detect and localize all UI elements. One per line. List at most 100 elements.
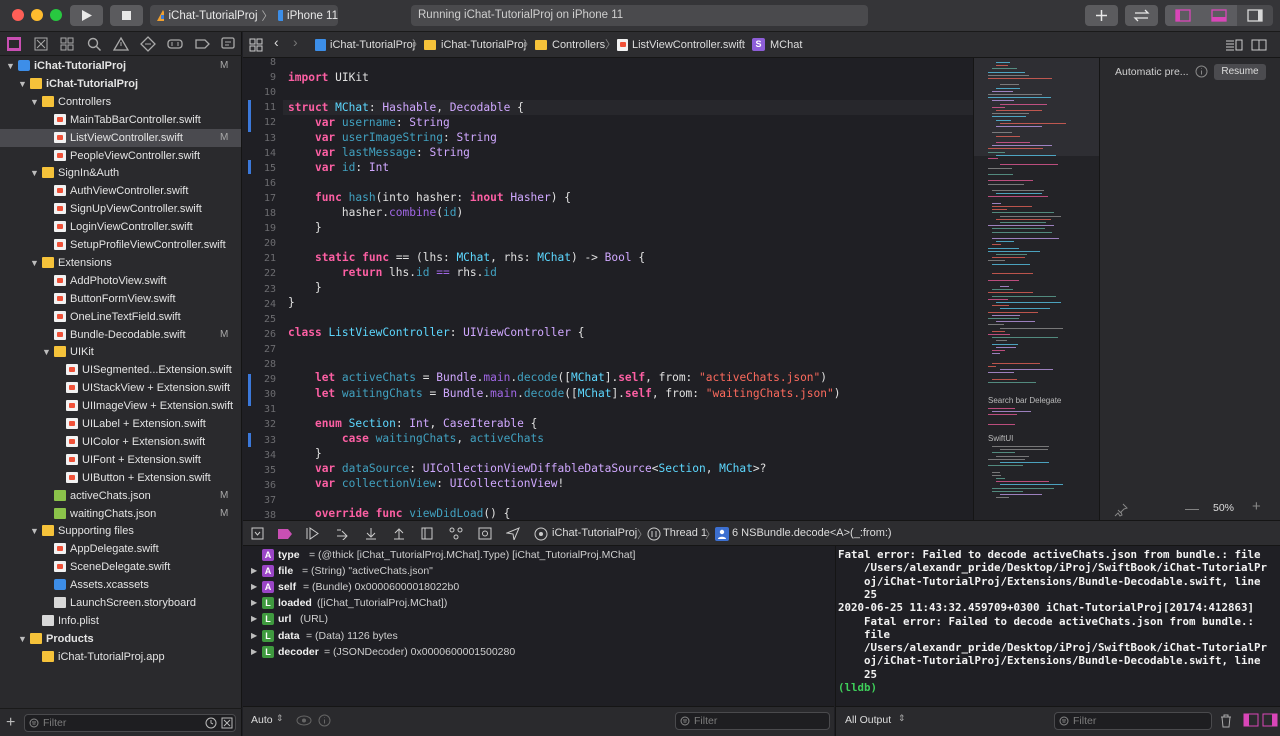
zoom-in-button[interactable]: + [1252,498,1261,515]
step-into-icon[interactable] [364,527,378,540]
debug-navigator-icon[interactable] [167,36,183,52]
variable-row[interactable]: ▶ Lurl (URL) [243,611,834,627]
disclosure-triangle-icon[interactable]: ▼ [30,164,39,182]
navigator-file-row[interactable]: UIColor + Extension.swift [0,433,241,451]
minimap-mark-swiftui[interactable]: SwiftUI [988,434,1013,443]
back-arrow-icon[interactable]: ‹ [274,35,279,49]
navigator-file-row[interactable]: SceneDelegate.swift [0,558,241,576]
stop-button[interactable] [110,5,143,26]
view-hierarchy-icon[interactable] [420,527,434,540]
navigator-group-row[interactable]: ▼ iChat-TutorialProj M [0,57,241,75]
minimap-mark-search[interactable]: Search bar Delegate [988,396,1061,405]
print-description-icon[interactable] [318,714,331,727]
navigator-file-row[interactable]: AddPhotoView.swift [0,272,241,290]
toggle-debug-area-button[interactable] [1201,5,1237,26]
disclosure-triangle-icon[interactable]: ▼ [30,93,39,111]
toggle-navigator-button[interactable] [1165,5,1201,26]
breadcrumb-symbol[interactable]: MChat [770,38,802,52]
disclosure-triangle-icon[interactable]: ▼ [6,57,15,75]
variable-row[interactable]: ▶ Ldata = (Data) 1126 bytes [243,628,834,644]
disclosure-triangle-icon[interactable]: ▼ [30,254,39,272]
navigator-file-row[interactable]: UISegmented...Extension.swift [0,361,241,379]
navigator-group-row[interactable]: ▼ Extensions [0,254,241,272]
breakpoint-navigator-icon[interactable] [194,36,210,52]
memory-graph-icon[interactable] [449,527,463,540]
breadcrumb-folder[interactable]: Controllers [552,38,605,52]
folder-navigator-icon[interactable] [6,36,22,52]
toggle-inspector-button[interactable] [1237,5,1273,26]
navigator-file-row[interactable]: activeChats.json M [0,487,241,505]
info-icon[interactable] [1195,65,1208,78]
scheme-selector[interactable]: iChat-TutorialProj 〉 iPhone 11 [150,5,338,26]
disclosure-triangle-icon[interactable]: ▶ [251,644,257,660]
navigator-file-row[interactable]: waitingChats.json M [0,505,241,523]
pin-icon[interactable] [1114,503,1128,517]
source-editor[interactable]: 8 9 10 11 12 13 14 15 16 17 18 19 20 21 22 23 24 25 26 27 28… [243,58,973,520]
variable-row[interactable]: ▶ Afile = (String) "activeChats.json" [243,563,834,579]
run-button[interactable] [70,5,103,26]
console-output[interactable]: Fatal error: Failed to decode activeChat… [835,546,1280,706]
variables-scope-select[interactable]: Auto [251,714,273,726]
navigator-file-row[interactable]: UIStackView + Extension.swift [0,379,241,397]
debug-frame-label[interactable]: 6 NSBundle.decode<A>(_:from:) [732,527,892,539]
navigator-group-row[interactable]: ▼ Products [0,630,241,648]
variable-row[interactable]: Atype = (@thick [iChat_TutorialProj.MChat… [243,547,834,563]
show-console-icon[interactable] [1262,713,1278,727]
navigator-group-row[interactable]: ▼ SignIn&Auth [0,164,241,182]
debug-thread-label[interactable]: Thread 1 [663,527,707,539]
navigator-file-row[interactable]: PeopleViewController.swift [0,147,241,165]
navigator-file-row[interactable]: OneLineTextField.swift [0,308,241,326]
breadcrumb-project[interactable]: iChat-TutorialProj [330,38,415,52]
split-editor-icon[interactable] [1251,39,1267,51]
navigator-group-row[interactable]: ▼ iChat-TutorialProj [0,75,241,93]
navigator-file-row[interactable]: ListViewController.swift M [0,128,241,147]
show-variables-icon[interactable] [1243,713,1259,727]
disclosure-triangle-icon[interactable]: ▶ [251,579,257,595]
navigator-file-row[interactable]: Info.plist [0,612,241,630]
code-review-button[interactable] [1125,5,1158,26]
breadcrumb-group[interactable]: iChat-TutorialProj [441,38,526,52]
forward-arrow-icon[interactable]: › [293,35,298,49]
navigator-file-row[interactable]: UIButton + Extension.swift [0,469,241,487]
variable-row[interactable]: ▶ Lloaded ([iChat_TutorialProj.MChat]) [243,595,834,611]
zoom-out-button[interactable]: — [1185,500,1199,516]
disclosure-triangle-icon[interactable]: ▶ [251,563,257,579]
test-navigator-icon[interactable] [140,36,156,52]
minimap[interactable]: Search bar Delegate SwiftUI [973,58,1099,520]
zoom-window-button[interactable] [50,9,62,21]
navigator-file-row[interactable]: LaunchScreen.storyboard [0,594,241,612]
navigator-file-row[interactable]: AuthViewController.swift [0,182,241,200]
source-control-icon[interactable] [33,36,49,52]
recent-files-icon[interactable] [205,717,217,729]
continue-icon[interactable] [306,527,320,540]
debug-project-label[interactable]: iChat-TutorialProj [552,527,637,539]
variable-row[interactable]: ▶ Ldecoder = (JSONDecoder) 0x0000600001500… [243,644,834,660]
variables-filter-field[interactable]: Filter [675,712,830,730]
trash-icon[interactable] [1220,714,1232,728]
environment-overrides-icon[interactable] [478,527,492,540]
breakpoints-toggle-icon[interactable] [277,528,293,540]
symbol-navigator-icon[interactable] [59,36,75,52]
add-file-button[interactable]: + [6,714,15,732]
navigator-file-row[interactable]: SignUpViewController.swift [0,200,241,218]
source-control-filter-icon[interactable] [221,717,233,729]
console-filter-field[interactable]: Filter [1054,712,1212,730]
breadcrumb-file[interactable]: ListViewController.swift [632,38,745,52]
search-icon[interactable] [86,36,102,52]
report-navigator-icon[interactable] [220,36,236,52]
navigator-file-row[interactable]: SetupProfileViewController.swift [0,236,241,254]
disclosure-triangle-icon[interactable]: ▼ [42,343,51,361]
navigator-file-row[interactable]: iChat-TutorialProj.app [0,648,241,666]
related-items-icon[interactable] [249,38,263,52]
navigator-file-row[interactable]: ButtonFormView.swift [0,290,241,308]
navigator-group-row[interactable]: ▼ UIKit [0,343,241,361]
library-button[interactable] [1085,5,1118,26]
navigator-file-row[interactable]: Bundle-Decodable.swift M [0,326,241,344]
disclosure-triangle-icon[interactable]: ▶ [251,595,257,611]
editor-options-icon[interactable] [1225,39,1243,51]
variable-row[interactable]: ▶ Aself = (Bundle) 0x00006000018022b0 [243,579,834,595]
navigator-file-row[interactable]: Assets.xcassets [0,576,241,594]
navigator-filter-field[interactable]: Filter [24,714,236,732]
disclosure-triangle-icon[interactable]: ▼ [18,75,27,93]
disclosure-triangle-icon[interactable]: ▶ [251,611,257,627]
